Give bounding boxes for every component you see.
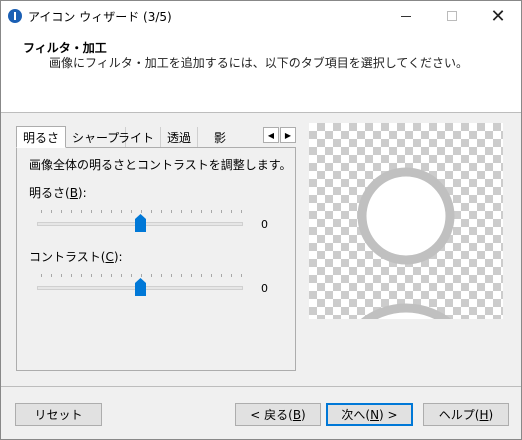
slider-tick [81, 274, 82, 277]
slider-tick [181, 274, 182, 277]
slider-tick [81, 210, 82, 213]
minimize-button[interactable] [383, 1, 429, 31]
wizard-header: フィルタ・加工 画像にフィルタ・加工を追加するには、以下のタブ項目を選択してくだ… [1, 31, 521, 113]
slider-tick [211, 274, 212, 277]
footer-separator [1, 386, 521, 387]
chevron-right-icon: ▶ [284, 130, 292, 140]
slider-tick [241, 210, 242, 213]
slider-tick [131, 274, 132, 277]
back-button[interactable]: < 戻る(B) [235, 403, 321, 426]
slider-tick [141, 210, 142, 213]
title-bar: アイコン ウィザード (3/5) ✕ [1, 1, 521, 31]
slider-tick [61, 210, 62, 213]
slider-tick [101, 210, 102, 213]
brightness-value: 0 [261, 218, 268, 231]
slider-tick [211, 210, 212, 213]
maximize-icon [447, 11, 457, 21]
slider-tick [61, 274, 62, 277]
close-icon: ✕ [490, 5, 506, 27]
contrast-value: 0 [261, 282, 268, 295]
slider-tick [181, 210, 182, 213]
slider-tick [51, 274, 52, 277]
panel-description: 画像全体の明るさとコントラストを調整します。 [29, 158, 292, 172]
slider-tick [111, 274, 112, 277]
filter-tabs: 明るさ シャープ ライト 透過 影 [16, 126, 298, 148]
slider-tick [191, 274, 192, 277]
tab-shadow[interactable]: 影 [208, 127, 232, 147]
icon-preview [309, 123, 503, 319]
slider-tick [51, 210, 52, 213]
step-description: 画像にフィルタ・加工を追加するには、以下のタブ項目を選択してください。 [49, 56, 469, 70]
minimize-icon [401, 15, 411, 17]
user-silhouette-icon [357, 167, 455, 319]
slider-tick [161, 274, 162, 277]
slider-tick [221, 274, 222, 277]
slider-tick [41, 210, 42, 213]
slider-tick [121, 210, 122, 213]
slider-tick [171, 274, 172, 277]
slider-tick [221, 210, 222, 213]
slider-tick [111, 210, 112, 213]
slider-tick [241, 274, 242, 277]
app-info-icon [8, 9, 22, 23]
tab-light[interactable]: ライト [112, 127, 162, 147]
window-title: アイコン ウィザード (3/5) [28, 10, 172, 24]
slider-tick [71, 210, 72, 213]
brightness-panel: 画像全体の明るさとコントラストを調整します。 明るさ(B): 0 コントラスト(… [16, 147, 296, 371]
slider-tick [71, 274, 72, 277]
contrast-label: コントラスト(C): [29, 250, 123, 264]
slider-tick [161, 210, 162, 213]
slider-tick [231, 274, 232, 277]
slider-tick [151, 210, 152, 213]
close-button[interactable]: ✕ [475, 1, 521, 31]
slider-tick [91, 210, 92, 213]
slider-tick [191, 210, 192, 213]
slider-tick [231, 210, 232, 213]
tab-brightness[interactable]: 明るさ [16, 126, 67, 148]
reset-button[interactable]: リセット [15, 403, 102, 426]
tab-scroll-right-button[interactable]: ▶ [280, 127, 296, 143]
maximize-button[interactable] [429, 1, 475, 31]
slider-tick [141, 274, 142, 277]
slider-tick [171, 210, 172, 213]
next-button[interactable]: 次へ(N) > [326, 403, 413, 426]
tab-transparency[interactable]: 透過 [161, 127, 199, 147]
brightness-label: 明るさ(B): [29, 186, 87, 200]
slider-tick [151, 274, 152, 277]
slider-tick [101, 274, 102, 277]
contrast-slider-thumb[interactable] [134, 278, 146, 296]
slider-tick [201, 274, 202, 277]
icon-wizard-window: アイコン ウィザード (3/5) ✕ フィルタ・加工 画像にフィルタ・加工を追加… [0, 0, 522, 440]
slider-tick [41, 274, 42, 277]
help-button[interactable]: ヘルプ(H) [423, 403, 509, 426]
chevron-left-icon: ◀ [267, 130, 275, 140]
slider-tick [131, 210, 132, 213]
slider-tick [201, 210, 202, 213]
brightness-slider-thumb[interactable] [134, 214, 146, 232]
slider-tick [121, 274, 122, 277]
slider-tick [91, 274, 92, 277]
tab-scroll-left-button[interactable]: ◀ [263, 127, 279, 143]
